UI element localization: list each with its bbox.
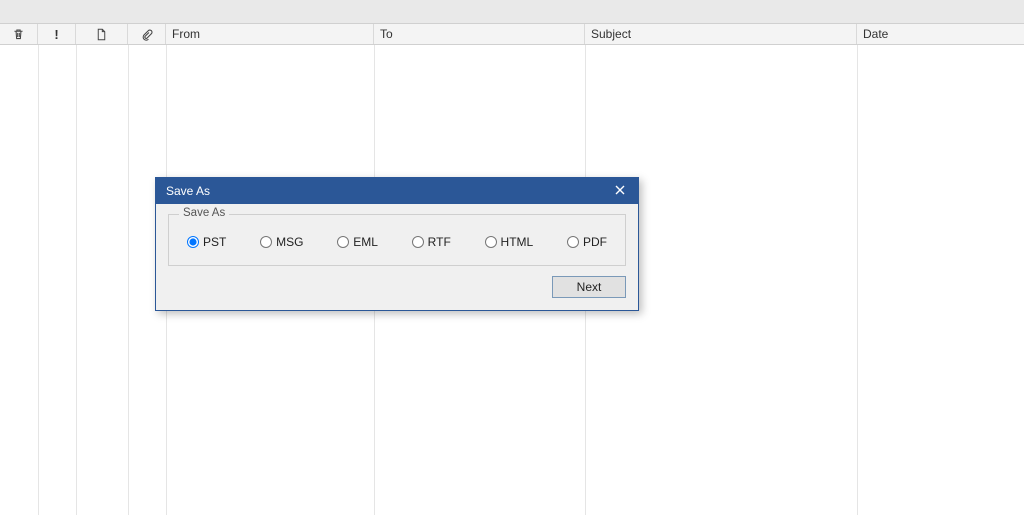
col-to[interactable]: To — [374, 24, 585, 44]
radio-msg-label: MSG — [276, 235, 303, 249]
trash-icon — [12, 28, 25, 41]
col-attachment[interactable] — [128, 24, 166, 44]
next-button[interactable]: Next — [552, 276, 626, 298]
radio-msg[interactable]: MSG — [260, 235, 303, 249]
radio-eml[interactable]: EML — [337, 235, 378, 249]
radio-rtf-label: RTF — [428, 235, 451, 249]
radio-pst-input[interactable] — [187, 236, 199, 248]
dialog-button-row: Next — [168, 276, 626, 298]
dialog-close-button[interactable] — [608, 181, 632, 201]
col-deleted[interactable] — [0, 24, 38, 44]
dialog-title-text: Save As — [166, 184, 210, 198]
col-date[interactable]: Date — [857, 24, 1024, 44]
close-icon — [615, 184, 625, 198]
col-from[interactable]: From — [166, 24, 374, 44]
save-as-group: Save As PST MSG EML — [168, 214, 626, 266]
radio-html-input[interactable] — [485, 236, 497, 248]
radio-eml-input[interactable] — [337, 236, 349, 248]
col-from-label: From — [172, 27, 200, 41]
format-options: PST MSG EML RTF — [181, 235, 613, 249]
radio-msg-input[interactable] — [260, 236, 272, 248]
save-as-dialog: Save As Save As PST — [155, 177, 639, 311]
paperclip-icon — [140, 28, 153, 41]
radio-pst[interactable]: PST — [187, 235, 226, 249]
radio-pdf-label: PDF — [583, 235, 607, 249]
radio-pdf[interactable]: PDF — [567, 235, 607, 249]
col-to-label: To — [380, 27, 393, 41]
grid-header: ! From To Subject Date — [0, 24, 1024, 45]
col-priority[interactable]: ! — [38, 24, 76, 44]
col-subject-label: Subject — [591, 27, 631, 41]
radio-html[interactable]: HTML — [485, 235, 534, 249]
toolbar-strip — [0, 0, 1024, 24]
radio-eml-label: EML — [353, 235, 378, 249]
priority-icon: ! — [54, 28, 58, 41]
col-type[interactable] — [76, 24, 128, 44]
radio-html-label: HTML — [501, 235, 534, 249]
dialog-body: Save As PST MSG EML — [156, 204, 638, 310]
col-subject[interactable]: Subject — [585, 24, 857, 44]
grid-body: Save As Save As PST — [0, 45, 1024, 515]
radio-rtf-input[interactable] — [412, 236, 424, 248]
dialog-titlebar[interactable]: Save As — [156, 178, 638, 204]
radio-pst-label: PST — [203, 235, 226, 249]
col-date-label: Date — [863, 27, 888, 41]
groupbox-title: Save As — [179, 207, 229, 219]
radio-pdf-input[interactable] — [567, 236, 579, 248]
page-icon — [95, 28, 108, 41]
radio-rtf[interactable]: RTF — [412, 235, 451, 249]
